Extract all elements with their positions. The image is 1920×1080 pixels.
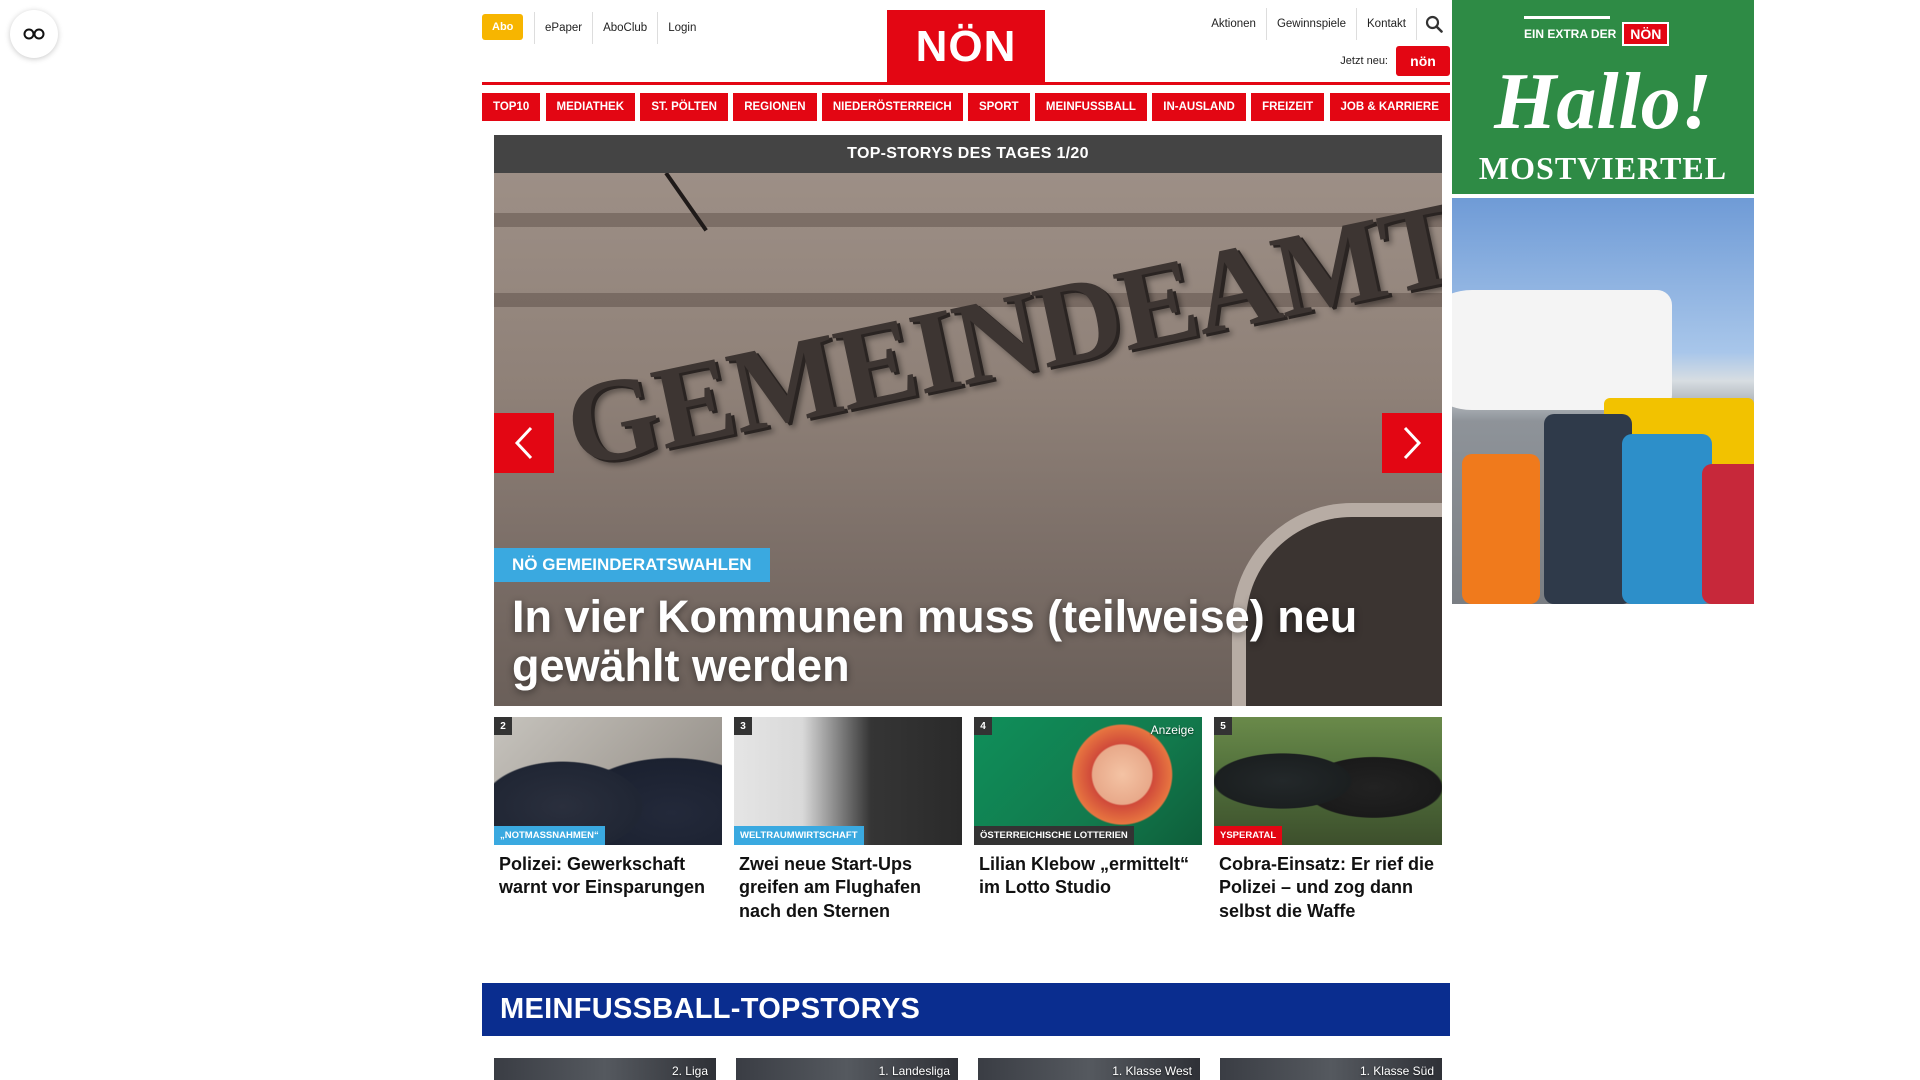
nav-item-mediathek[interactable]: MEDIATHEK (545, 93, 636, 121)
league-label: 1. Landesliga (878, 1064, 950, 1078)
accessibility-button[interactable] (10, 10, 58, 58)
suitcase (1702, 464, 1754, 604)
ad-label: Anzeige (1150, 723, 1194, 737)
aboclub-link[interactable]: AboClub (592, 12, 657, 44)
ad-noen-logo: NÖN (1622, 22, 1670, 46)
story-card[interactable]: 5 Ysperatal Cobra-Einsatz: Er rief die P… (1214, 717, 1442, 923)
main-nav: TOP10 MEDIATHEK ST. PÖLTEN REGIONEN NIED… (482, 82, 1450, 121)
ad-extra-label: EIN EXTRA DER NÖN (1524, 16, 1670, 46)
football-cards: 2. Liga 1. Landesliga 1. Klasse West 1. … (494, 1058, 1442, 1080)
section-title[interactable]: MEINFUSSBALL-TOPSTORYS (482, 983, 1450, 1036)
story-image: 3 Weltraumwirtschaft (734, 717, 962, 845)
gewinnspiele-link[interactable]: Gewinnspiele (1265, 8, 1356, 40)
story-image: 5 Ysperatal (1214, 717, 1442, 845)
aktionen-link[interactable]: Aktionen (1201, 8, 1266, 40)
story-title: Polizei: Gewerkschaft warnt vor Einsparu… (499, 854, 706, 898)
nav-item-st-poelten[interactable]: ST. PÖLTEN (640, 93, 728, 121)
story-card[interactable]: 2 „Notmassnahmen“ Polizei: Gewerkschaft … (494, 717, 722, 923)
ad-header: EIN EXTRA DER NÖN Hallo! MOSTVIERTEL (1452, 0, 1754, 194)
story-tag: Ysperatal (1214, 826, 1283, 845)
epaper-link[interactable]: ePaper (534, 12, 592, 44)
story-card[interactable]: 3 Weltraumwirtschaft Zwei neue Start-Ups… (734, 717, 962, 923)
slider-prev-button[interactable] (494, 413, 554, 473)
search-icon (1425, 15, 1443, 33)
kontakt-link[interactable]: Kontakt (1356, 8, 1416, 40)
nav-item-regionen[interactable]: REGIONEN (733, 93, 817, 121)
nav-item-freizeit[interactable]: FREIZEIT (1251, 93, 1325, 121)
chevron-left-icon (514, 426, 533, 460)
site-header: Abo ePaper AboClub Login NÖN Aktionen Ge… (482, 0, 1450, 85)
story-card[interactable]: 4 Anzeige Österreichische Lotterien Lili… (974, 717, 1202, 923)
site-logo[interactable]: NÖN (887, 10, 1045, 84)
nav-item-sport[interactable]: SPORT (967, 93, 1030, 121)
reader-glasses-icon (23, 28, 45, 40)
jetzt-neu-label: Jetzt neu: (1340, 55, 1388, 67)
story-number: 5 (1214, 717, 1232, 735)
football-card[interactable]: 1. Landesliga (736, 1058, 958, 1080)
abo-button[interactable]: Abo (482, 14, 524, 40)
story-tag: „Notmassnahmen“ (494, 826, 605, 845)
ad-extra-text: EIN EXTRA DER (1524, 27, 1617, 41)
league-label: 1. Klasse West (1112, 1064, 1192, 1078)
football-card[interactable]: 1. Klasse Süd (1220, 1058, 1442, 1080)
ad-headline: Hallo! (1494, 58, 1712, 146)
ad-bar (1524, 16, 1610, 19)
story-number: 4 (974, 717, 992, 735)
logo-text: NÖN (915, 22, 1017, 71)
airplane (1452, 290, 1672, 410)
nav-item-job-karriere[interactable]: JOB & KARRIERE (1329, 93, 1450, 121)
story-cards: 2 „Notmassnahmen“ Polizei: Gewerkschaft … (494, 717, 1442, 923)
story-image: 2 „Notmassnahmen“ (494, 717, 722, 845)
slide-category-badge[interactable]: NÖ GEMEINDERATSWAHLEN (494, 548, 770, 582)
story-title: Cobra-Einsatz: Er rief die Polizei – und… (1219, 854, 1435, 921)
slide-image[interactable]: GEMEINDEAMT NÖ GEMEINDERATSWAHLEN In vie… (494, 173, 1442, 706)
search-button[interactable] (1416, 8, 1450, 40)
suitcase (1544, 414, 1632, 604)
top-stories-slider: TOP-STORYS DES TAGES 1/20 GEMEINDEAMT NÖ… (494, 135, 1442, 706)
jetzt-neu: Jetzt neu: nön (1340, 46, 1450, 76)
suitcase (1462, 454, 1540, 604)
suitcase (1622, 434, 1712, 604)
slider-header: TOP-STORYS DES TAGES 1/20 (494, 135, 1442, 173)
top-links: ePaper AboClub Login (534, 12, 706, 44)
nav-item-top10[interactable]: TOP10 (482, 93, 541, 121)
league-label: 2. Liga (671, 1064, 708, 1078)
football-card[interactable]: 1. Klasse West (978, 1058, 1200, 1080)
story-tag: Weltraumwirtschaft (734, 826, 864, 845)
nav-item-in-ausland[interactable]: IN-AUSLAND (1152, 93, 1246, 121)
ad-airport-image (1452, 198, 1754, 604)
chevron-right-icon (1403, 426, 1422, 460)
story-number: 2 (494, 717, 512, 735)
story-number: 3 (734, 717, 752, 735)
slider-next-button[interactable] (1382, 413, 1442, 473)
story-title: Lilian Klebow „ermittelt“ im Lotto Studi… (979, 854, 1190, 898)
kids-noen-logo[interactable]: nön (1396, 46, 1450, 76)
story-title: Zwei neue Start-Ups greifen am Flughafen… (739, 854, 922, 921)
football-card[interactable]: 2. Liga (494, 1058, 716, 1080)
nav-item-meinfussball[interactable]: MEINFUSSBALL (1034, 93, 1147, 121)
slide-title[interactable]: In vier Kommunen muss (teilweise) neu ge… (512, 592, 1392, 690)
league-label: 1. Klasse Süd (1359, 1064, 1434, 1078)
story-tag: Österreichische Lotterien (974, 826, 1134, 845)
advertisement-banner[interactable]: EIN EXTRA DER NÖN Hallo! MOSTVIERTEL (1452, 0, 1754, 604)
service-links: Aktionen Gewinnspiele Kontakt (1201, 8, 1450, 40)
login-link[interactable]: Login (657, 12, 706, 44)
story-image: 4 Anzeige Österreichische Lotterien (974, 717, 1202, 845)
ad-region: MOSTVIERTEL (1478, 150, 1728, 186)
nav-item-niederoesterreich[interactable]: NIEDERÖSTERREICH (821, 93, 963, 121)
